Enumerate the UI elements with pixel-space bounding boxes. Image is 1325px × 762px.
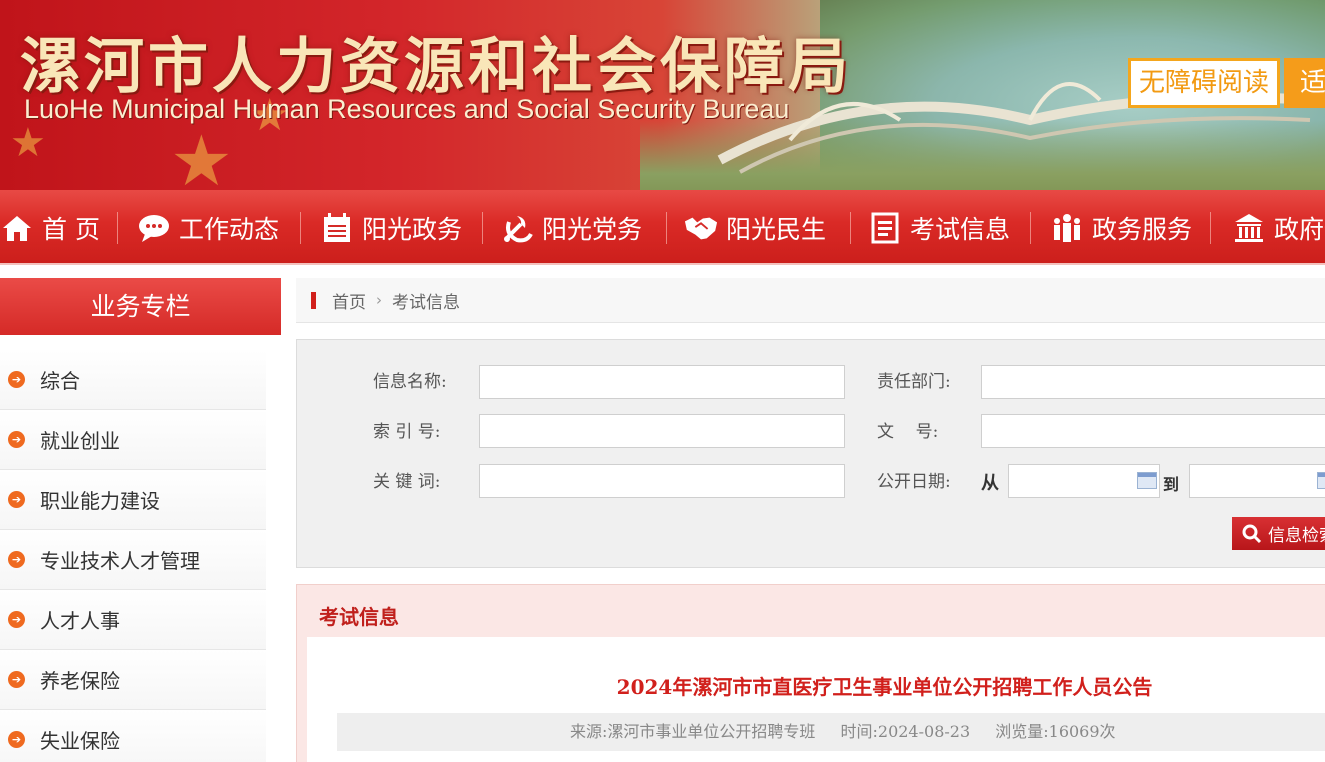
sidebar-item-vocational[interactable]: ➔ 职业能力建设 — [0, 470, 266, 530]
sidebar-item-label: 综合 — [40, 369, 80, 393]
nav-item-label: 考试信息 — [910, 214, 1011, 244]
nav-item-work-news[interactable]: 工作动态 — [137, 190, 279, 265]
chat-icon — [137, 211, 171, 245]
article-meta: 来源:漯河市事业单位公开招聘专班 时间:2024-08-23 浏览量:16069… — [337, 713, 1325, 751]
nav-item-gov-service[interactable]: 政务服务 — [1050, 190, 1192, 265]
breadcrumb-current: 考试信息 — [392, 292, 460, 313]
nav-item-gov-info[interactable]: 政府信 — [1232, 190, 1325, 265]
exam-info-section: 考试信息 2024年漯河市市直医疗卫生事业单位公开招聘工作人员公告 来源:漯河市… — [296, 584, 1325, 762]
search-panel: 信息名称: 责任部门: 索 引 号: 文 号: 关 键 词: 公开日期: 从 到… — [296, 339, 1325, 568]
sidebar-item-label: 人才人事 — [40, 609, 120, 633]
nav-divider — [482, 212, 483, 244]
sidebar-item-label: 职业能力建设 — [40, 489, 160, 513]
nav-divider — [850, 212, 851, 244]
arrow-bullet-icon: ➔ — [8, 671, 25, 688]
nav-item-label: 首 页 — [42, 214, 100, 244]
site-title-en: LuoHe Municipal Human Resources and Soci… — [24, 94, 790, 124]
nav-item-exam-info[interactable]: 考试信息 — [868, 190, 1010, 265]
nav-divider — [117, 212, 118, 244]
sidebar-item-employment[interactable]: ➔ 就业创业 — [0, 410, 266, 470]
nav-item-label: 阳光党务 — [542, 214, 643, 244]
nav-item-label: 阳光政务 — [362, 214, 463, 244]
party-emblem-icon — [500, 211, 534, 245]
keyword-input[interactable] — [479, 464, 845, 498]
nav-item-label: 政府信 — [1274, 214, 1325, 244]
sidebar-item-professional-talent[interactable]: ➔ 专业技术人才管理 — [0, 530, 266, 590]
nav-item-party-affairs[interactable]: 阳光党务 — [500, 190, 642, 265]
arrow-bullet-icon: ➔ — [8, 611, 25, 628]
breadcrumb: 首页 › 考试信息 — [296, 278, 1325, 323]
date-to-label: 到 — [1163, 475, 1180, 494]
keyword-label: 关 键 词: — [373, 472, 441, 492]
chevron-right-icon: › — [376, 291, 382, 309]
main-nav: 首 页 工作动态 阳光政务 阳光党务 阳光民生 考试信息 政务服务 政府 — [0, 190, 1325, 265]
doc-no-input[interactable] — [981, 414, 1325, 448]
sidebar-item-label: 专业技术人才管理 — [40, 549, 200, 573]
sidebar-item-label: 失业保险 — [40, 729, 120, 753]
article-title: 2024年漯河市市直医疗卫生事业单位公开招聘工作人员公告 — [616, 675, 1153, 699]
calendar-icon[interactable] — [1317, 472, 1325, 489]
nav-item-label: 工作动态 — [179, 214, 280, 244]
date-from-label: 从 — [981, 473, 999, 494]
nav-divider — [1030, 212, 1031, 244]
calendar-icon[interactable] — [1137, 472, 1157, 489]
article-views: 浏览量:16069次 — [995, 722, 1116, 741]
arrow-bullet-icon: ➔ — [8, 551, 25, 568]
header-banner: ★ ★ ★ 漯河市人力资源和社会保障局 LuoHe Municipal Huma… — [0, 0, 1325, 190]
arrow-bullet-icon: ➔ — [8, 491, 25, 508]
breadcrumb-home-link[interactable]: 首页 — [332, 288, 366, 313]
calendar-icon — [320, 211, 354, 245]
sidebar-menu: ➔ 综合 ➔ 就业创业 ➔ 职业能力建设 ➔ 专业技术人才管理 ➔ 人才人事 ➔… — [0, 350, 266, 762]
site-title-cn: 漯河市人力资源和社会保障局 — [20, 32, 852, 102]
info-name-label: 信息名称: — [373, 372, 447, 392]
nav-item-label: 政务服务 — [1092, 214, 1193, 244]
handshake-icon — [684, 211, 718, 245]
star-decoration-icon: ★ — [170, 120, 233, 190]
nav-item-gov-affairs[interactable]: 阳光政务 — [320, 190, 462, 265]
index-no-label: 索 引 号: — [373, 422, 441, 442]
doc-no-label: 文 号: — [877, 422, 939, 442]
arrow-bullet-icon: ➔ — [8, 371, 25, 388]
sidebar-item-unemployment[interactable]: ➔ 失业保险 — [0, 710, 266, 762]
nav-divider — [1210, 212, 1211, 244]
department-input[interactable] — [981, 365, 1325, 399]
arrow-bullet-icon: ➔ — [8, 731, 25, 748]
accessible-reading-button[interactable]: 无障碍阅读 — [1128, 58, 1280, 108]
article-time: 时间:2024-08-23 — [840, 722, 971, 741]
search-button-label: 信息检索 — [1268, 526, 1325, 546]
nav-item-label: 阳光民生 — [726, 214, 827, 244]
document-icon — [868, 211, 902, 245]
article-source: 来源:漯河市事业单位公开招聘专班 — [570, 722, 816, 741]
star-decoration-icon: ★ — [10, 120, 46, 166]
sidebar-item-pension[interactable]: ➔ 养老保险 — [0, 650, 266, 710]
section-title: 考试信息 — [319, 605, 399, 629]
date-to-input[interactable] — [1189, 464, 1325, 498]
government-building-icon — [1232, 211, 1266, 245]
sidebar-item-general[interactable]: ➔ 综合 — [0, 350, 266, 410]
publish-date-label: 公开日期: — [877, 472, 951, 492]
search-button[interactable]: 信息检索 — [1232, 517, 1325, 550]
arrow-bullet-icon: ➔ — [8, 431, 25, 448]
info-name-input[interactable] — [479, 365, 845, 399]
sidebar-item-label: 就业创业 — [40, 429, 120, 453]
nav-divider — [300, 212, 301, 244]
breadcrumb-marker — [311, 291, 316, 309]
home-icon — [0, 211, 34, 245]
sidebar-heading: 业务专栏 — [0, 278, 281, 335]
nav-item-home[interactable]: 首 页 — [0, 190, 100, 265]
article-container: 2024年漯河市市直医疗卫生事业单位公开招聘工作人员公告 来源:漯河市事业单位公… — [307, 637, 1325, 762]
nav-divider — [666, 212, 667, 244]
people-icon — [1050, 211, 1084, 245]
department-label: 责任部门: — [877, 372, 951, 392]
elder-mode-button[interactable]: 适 — [1284, 58, 1325, 108]
sidebar-item-label: 养老保险 — [40, 669, 120, 693]
search-icon — [1242, 524, 1262, 543]
sidebar-item-talent-personnel[interactable]: ➔ 人才人事 — [0, 590, 266, 650]
index-no-input[interactable] — [479, 414, 845, 448]
nav-item-livelihood[interactable]: 阳光民生 — [684, 190, 826, 265]
